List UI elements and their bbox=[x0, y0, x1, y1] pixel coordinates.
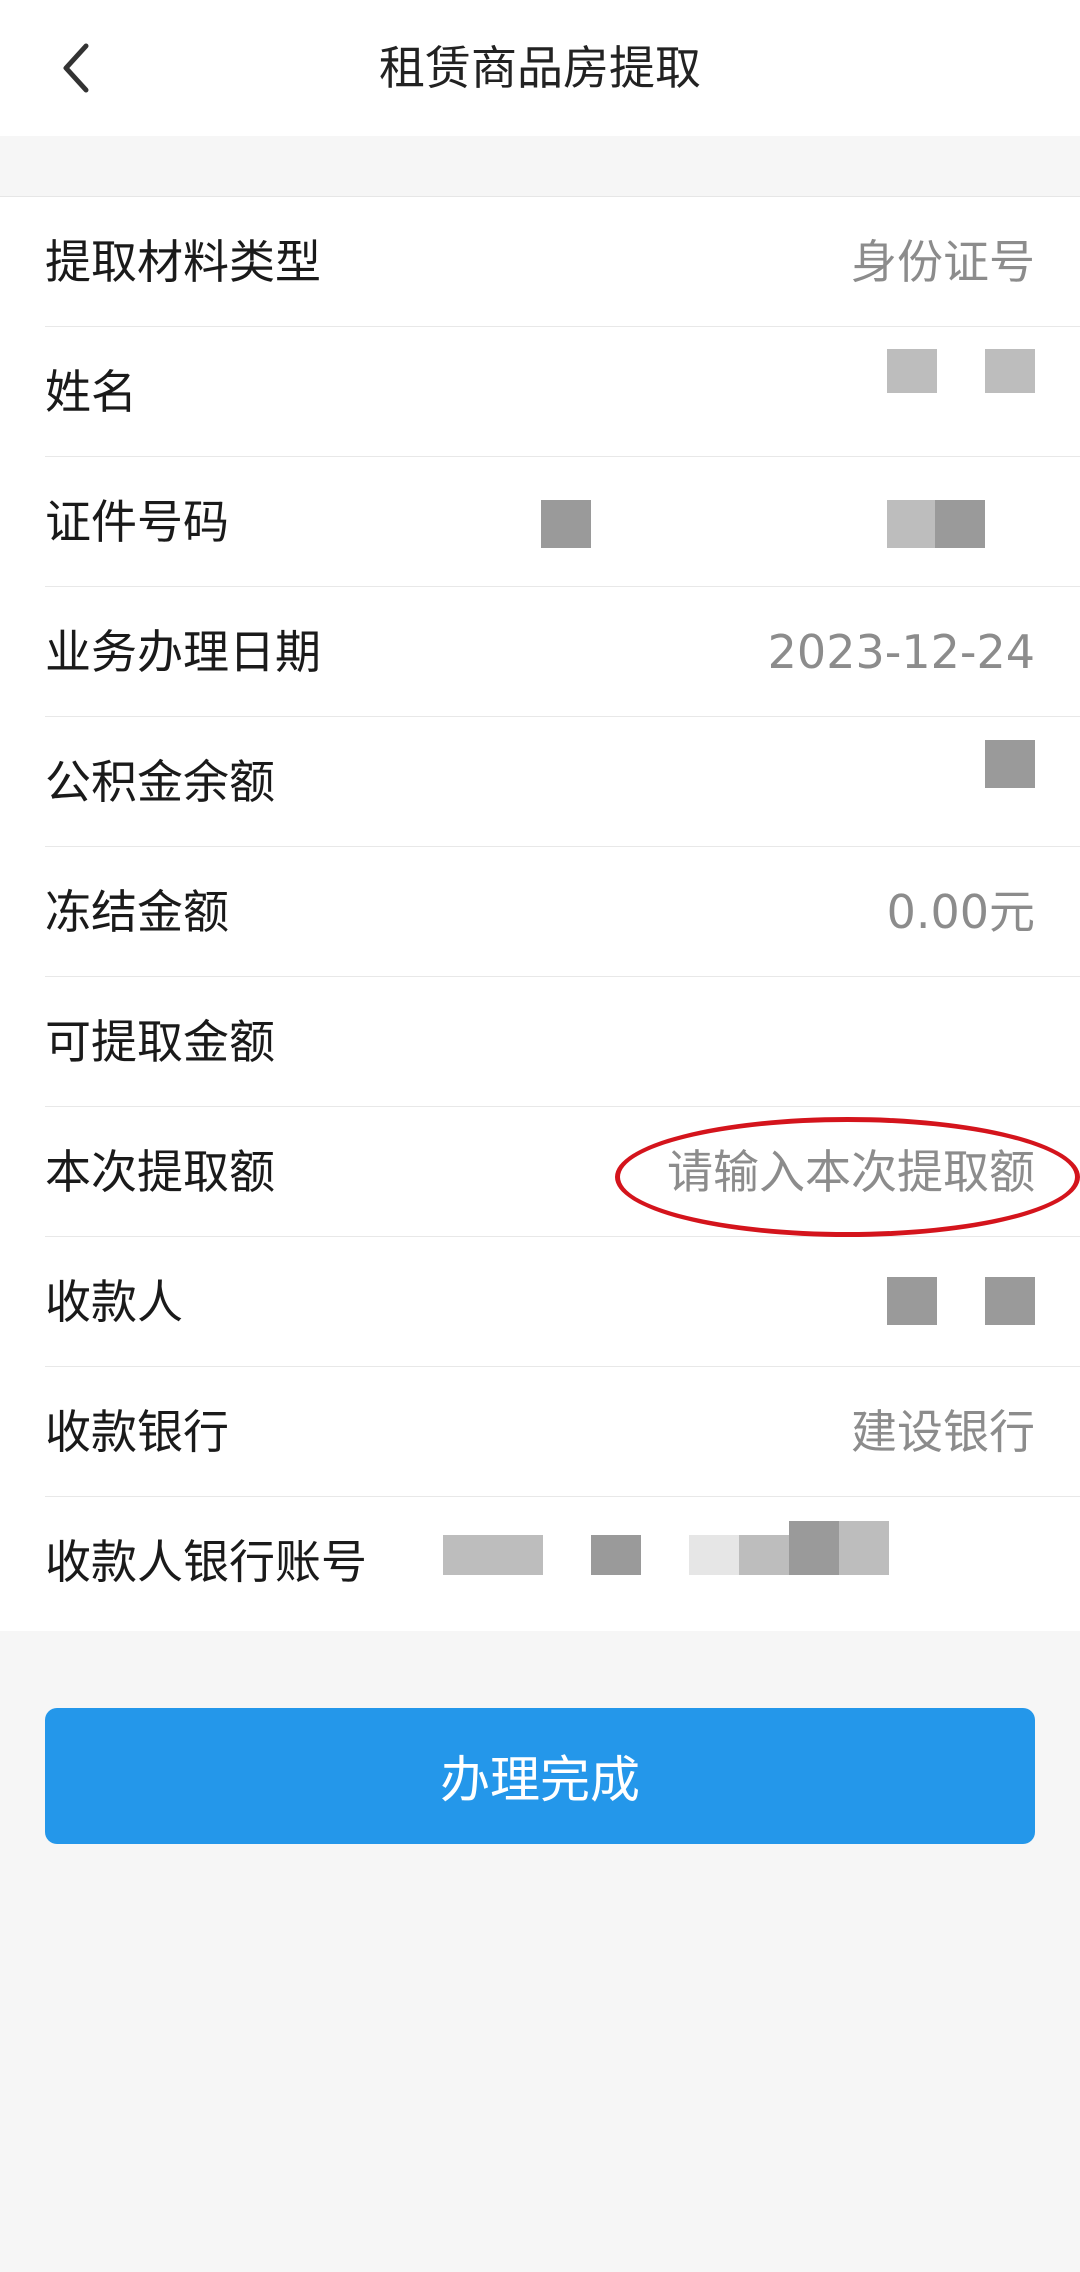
withdraw-amount-input[interactable] bbox=[515, 1127, 1035, 1217]
row-business-date: 业务办理日期 2023-12-24 bbox=[45, 587, 1080, 717]
account-mask-1 bbox=[443, 1535, 493, 1575]
material-type-value: 身份证号 bbox=[851, 235, 1035, 289]
id-number-label: 证件号码 bbox=[45, 495, 229, 549]
name-mask-1 bbox=[887, 349, 937, 393]
withdraw-amount-label: 本次提取额 bbox=[45, 1145, 275, 1199]
id-number-mask-2 bbox=[887, 500, 937, 548]
row-frozen-amount: 冻结金额 0.00元 bbox=[45, 847, 1080, 977]
name-mask-2 bbox=[985, 349, 1035, 393]
row-id-number: 证件号码 bbox=[45, 457, 1080, 587]
fund-balance-mask bbox=[985, 740, 1035, 788]
frozen-amount-value: 0.00元 bbox=[886, 885, 1035, 939]
row-name: 姓名 bbox=[45, 327, 1080, 457]
account-mask-6 bbox=[789, 1521, 839, 1575]
row-material-type[interactable]: 提取材料类型 身份证号 bbox=[45, 197, 1080, 327]
row-fund-balance: 公积金余额 bbox=[45, 717, 1080, 847]
payee-label: 收款人 bbox=[45, 1275, 183, 1329]
row-payee: 收款人 bbox=[45, 1237, 1080, 1367]
account-mask-7 bbox=[839, 1521, 889, 1575]
row-payee-account: 收款人银行账号 bbox=[45, 1497, 1080, 1627]
payee-mask-2 bbox=[985, 1277, 1035, 1325]
frozen-amount-label: 冻结金额 bbox=[45, 885, 229, 939]
account-mask-4 bbox=[689, 1535, 739, 1575]
id-number-mask-3 bbox=[935, 500, 985, 548]
withdrawal-form: 提取材料类型 身份证号 姓名 证件号码 业务办理日期 2023-12-24 公积… bbox=[0, 196, 1080, 1631]
row-withdraw-amount[interactable]: 本次提取额 bbox=[45, 1107, 1080, 1237]
material-type-label: 提取材料类型 bbox=[45, 235, 321, 289]
complete-button[interactable]: 办理完成 bbox=[45, 1708, 1035, 1844]
payee-account-label: 收款人银行账号 bbox=[45, 1535, 367, 1589]
id-number-mask-1 bbox=[541, 500, 591, 548]
app-header: 租赁商品房提取 bbox=[0, 0, 1080, 136]
payee-bank-value: 建设银行 bbox=[851, 1405, 1035, 1459]
account-mask-2 bbox=[493, 1535, 543, 1575]
payee-bank-label: 收款银行 bbox=[45, 1405, 229, 1459]
name-label: 姓名 bbox=[45, 365, 137, 419]
row-payee-bank[interactable]: 收款银行 建设银行 bbox=[45, 1367, 1080, 1497]
account-mask-3 bbox=[591, 1535, 641, 1575]
fund-balance-label: 公积金余额 bbox=[45, 755, 275, 809]
page-title: 租赁商品房提取 bbox=[379, 41, 701, 95]
withdrawable-amount-label: 可提取金额 bbox=[45, 1015, 275, 1069]
account-mask-5 bbox=[739, 1535, 789, 1575]
row-withdrawable-amount: 可提取金额 bbox=[45, 977, 1080, 1107]
business-date-label: 业务办理日期 bbox=[45, 625, 321, 679]
business-date-value: 2023-12-24 bbox=[767, 625, 1035, 679]
payee-mask-1 bbox=[887, 1277, 937, 1325]
